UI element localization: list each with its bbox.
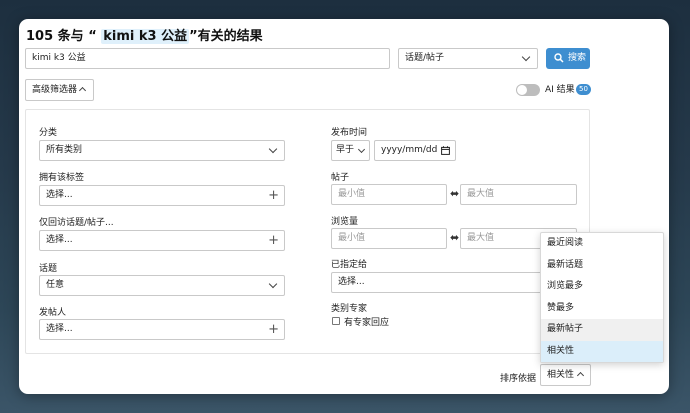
posts-max-placeholder: 最大值 [467,189,495,199]
ai-results-count-badge: 50 [576,84,591,95]
title-query-highlight: kimi k3 公益 [101,29,190,44]
range-arrow-icon: ⬌ [450,187,460,200]
posts-label: 帖子 [331,173,350,183]
poster-select[interactable]: 选择... + [39,319,285,340]
sort-option-latest-post[interactable]: 最新帖子 [541,319,663,341]
title-prefix: 105 条与 “ [26,29,102,44]
poster-label: 发帖人 [39,308,67,318]
advanced-filter-label: 高级筛选器 [32,85,78,95]
search-type-value: 话题/帖子 [405,53,445,63]
tags-label: 拥有该标签 [39,173,85,183]
ai-results-label: AI 结果 [545,85,575,95]
chevron-down-icon [268,279,278,289]
assigned-placeholder: 选择... [338,277,365,287]
category-label: 分类 [39,128,58,138]
sort-option-most-liked[interactable]: 赞最多 [541,298,663,320]
advanced-filter-panel: 分类 所有类别 拥有该标签 选择... + 仅回访话题/帖子... 选择... … [25,109,590,354]
sort-option-latest-topic[interactable]: 最新话题 [541,255,663,277]
topic-value: 任意 [46,280,65,290]
only-select[interactable]: 选择... + [39,230,285,251]
sort-option-most-viewed[interactable]: 浏览最多 [541,276,663,298]
sort-select[interactable]: 相关性 [540,364,591,386]
chevron-up-icon [78,86,87,95]
date-op-value: 早于 [336,145,355,155]
date-input[interactable]: yyyy/mm/dd [374,140,456,161]
range-arrow-icon: ⬌ [450,231,460,244]
views-label: 浏览量 [331,217,359,227]
views-max-placeholder: 最大值 [467,233,495,243]
search-icon [554,53,564,63]
advanced-filter-toggle[interactable]: 高级筛选器 [25,79,94,101]
topic-label: 话题 [39,264,58,274]
views-min-placeholder: 最小值 [338,233,366,243]
chevron-down-icon [268,144,278,154]
posts-min-input[interactable]: 最小值 [331,184,447,205]
chevron-up-icon [576,371,585,380]
topic-select[interactable]: 任意 [39,275,285,296]
plus-icon: + [268,233,279,248]
assigned-label: 已指定给 [331,260,368,270]
date-label: 发布时间 [331,128,368,138]
search-button[interactable]: 搜索 [546,48,590,69]
page-title: 105 条与 “ kimi k3 公益 ”有关的结果 [26,25,263,44]
plus-icon: + [268,322,279,337]
chevron-down-icon [357,145,366,154]
only-placeholder: 选择... [46,235,73,245]
tags-placeholder: 选择... [46,190,73,200]
date-placeholder: yyyy/mm/dd [381,145,438,155]
search-type-select[interactable]: 话题/帖子 [398,48,538,69]
date-op-select[interactable]: 早于 [331,140,370,161]
only-label: 仅回访话题/帖子... [39,218,114,228]
search-input[interactable]: kimi k3 公益 [25,48,390,69]
poster-placeholder: 选择... [46,324,73,334]
posts-min-placeholder: 最小值 [338,189,366,199]
category-select[interactable]: 所有类别 [39,140,285,161]
expert-checkbox-label: 有专家回应 [344,318,390,328]
sort-option-recent-read[interactable]: 最近阅读 [541,233,663,255]
sort-label: 排序依据 [500,374,537,384]
expert-checkbox[interactable] [332,317,340,325]
expert-label: 类别专家 [331,304,368,314]
title-suffix: ”有关的结果 [189,29,263,44]
category-value: 所有类别 [46,145,83,155]
sort-option-relevance[interactable]: 相关性 [541,340,663,362]
toggle-knob [517,85,527,95]
calendar-icon [441,146,450,155]
plus-icon: + [268,188,279,203]
search-window: 105 条与 “ kimi k3 公益 ”有关的结果 kimi k3 公益 话题/… [19,19,669,394]
tags-select[interactable]: 选择... + [39,185,285,206]
chevron-down-icon [521,52,531,62]
search-button-label: 搜索 [568,53,587,63]
ai-results-toggle[interactable] [516,84,540,96]
sort-value: 相关性 [547,370,575,380]
posts-max-input[interactable]: 最大值 [460,184,577,205]
views-min-input[interactable]: 最小值 [331,228,447,249]
sort-dropdown-menu: 最近阅读 最新话题 浏览最多 赞最多 最新帖子 相关性 [540,232,664,363]
